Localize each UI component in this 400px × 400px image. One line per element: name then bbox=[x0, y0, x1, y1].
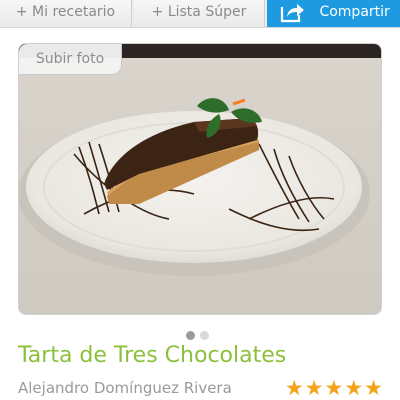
add-to-recipe-book-button[interactable]: + Mi recetario bbox=[0, 0, 132, 27]
upload-photo-button[interactable]: Subir foto bbox=[19, 44, 122, 75]
add-to-shopping-list-button[interactable]: + Lista Súper bbox=[134, 0, 265, 27]
recipe-title: Tarta de Tres Chocolates bbox=[18, 343, 287, 368]
cake-photo-image bbox=[19, 44, 381, 314]
photo-pager bbox=[186, 325, 214, 340]
pager-dot-active[interactable] bbox=[186, 331, 195, 340]
share-arrow-icon bbox=[279, 1, 305, 32]
share-button[interactable]: Compartir bbox=[267, 0, 400, 27]
top-toolbar: + Mi recetario + Lista Súper Compartir bbox=[0, 0, 400, 28]
recipe-photo[interactable]: Subir foto bbox=[18, 43, 382, 315]
pager-dot[interactable] bbox=[200, 331, 209, 340]
share-label: Compartir bbox=[319, 4, 390, 20]
rating-stars: ★★★★★ bbox=[284, 376, 384, 400]
recipe-author[interactable]: Alejandro Domínguez Rivera bbox=[18, 379, 232, 397]
